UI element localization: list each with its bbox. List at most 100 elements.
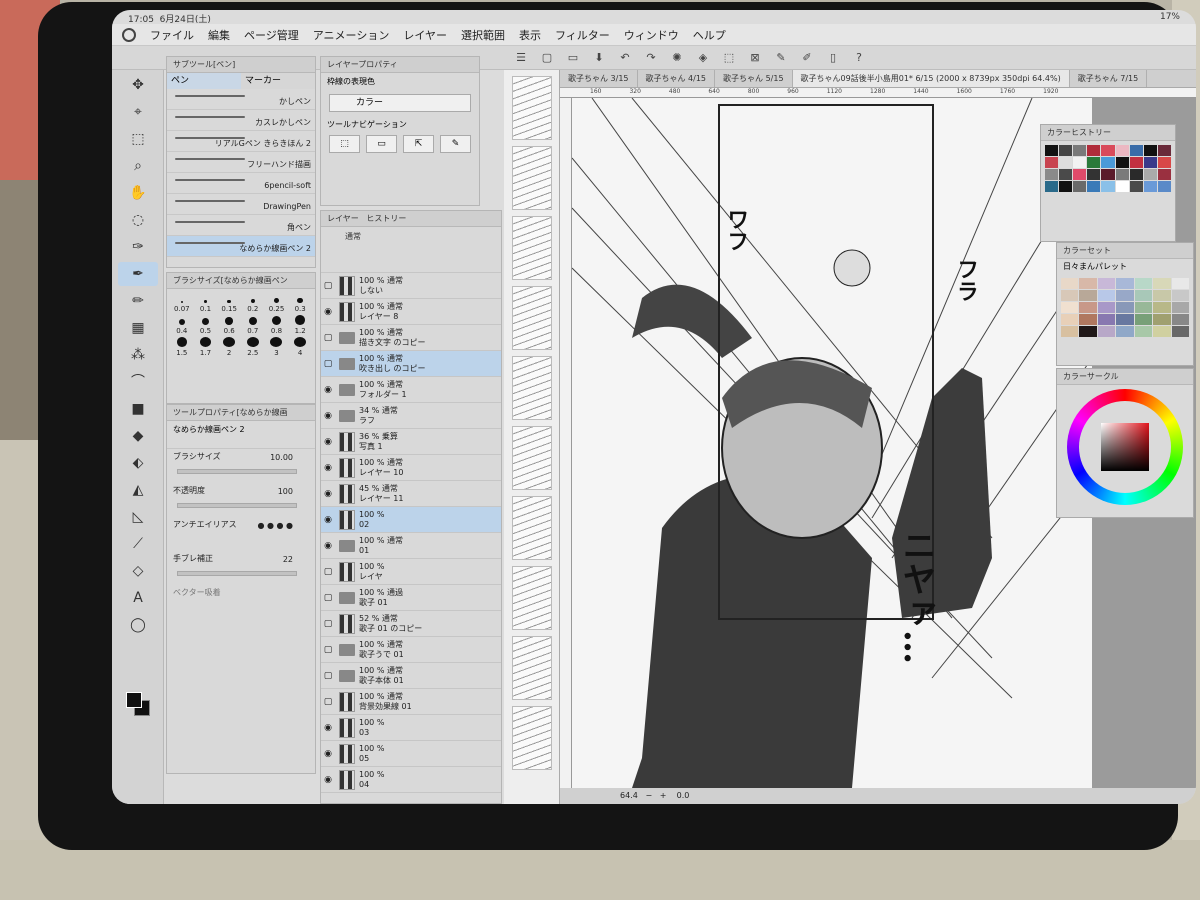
save-icon[interactable]: ⬇ bbox=[590, 50, 608, 66]
layer-row[interactable]: ◉ 36 % 乗算 写真 1 bbox=[321, 429, 501, 455]
palette-swatch[interactable] bbox=[1134, 314, 1153, 325]
transform-icon[interactable]: ⬚ bbox=[720, 50, 738, 66]
brush-kasure[interactable]: カスレかしペン bbox=[167, 110, 315, 131]
hand-tool-icon[interactable]: ✋ bbox=[118, 181, 158, 205]
prop-antialias[interactable]: アンチエイリアス ● ● ● ● bbox=[167, 517, 315, 551]
doc-tab[interactable]: 歌子ちゃん 3/15 bbox=[560, 70, 638, 87]
visibility-eye-icon[interactable]: ▢ bbox=[321, 645, 335, 655]
prop-stabilization[interactable]: 手ブレ補正 22 bbox=[167, 551, 315, 585]
history-swatch[interactable] bbox=[1129, 169, 1143, 180]
figure-tool-icon[interactable]: ◺ bbox=[118, 505, 158, 529]
subtool-tab-marker[interactable]: マーカー bbox=[241, 73, 315, 89]
layer-row[interactable]: ▢ 100 % 通常 吹き出し のコピー bbox=[321, 351, 501, 377]
pattern-tool-icon[interactable]: ▦ bbox=[118, 316, 158, 340]
eyedropper-tool-icon[interactable]: ✑ bbox=[118, 235, 158, 259]
layer-row[interactable]: ▢ 100 % 通常 描き文字 のコピー bbox=[321, 325, 501, 351]
page-thumbnail[interactable] bbox=[512, 286, 552, 350]
palette-swatch[interactable] bbox=[1097, 314, 1116, 325]
layer-row[interactable]: ◉ 100 % 02 bbox=[321, 507, 501, 533]
visibility-eye-icon[interactable]: ◉ bbox=[321, 411, 335, 421]
layer-row[interactable]: ◉ 100 % 05 bbox=[321, 741, 501, 767]
gradient-tool-icon[interactable]: ◭ bbox=[118, 478, 158, 502]
brush-size-option[interactable]: 0.6 bbox=[218, 315, 240, 335]
palette-swatch[interactable] bbox=[1079, 290, 1097, 301]
brush-size-option[interactable]: 1.2 bbox=[289, 315, 311, 335]
brush-size-option[interactable]: 1.5 bbox=[171, 337, 193, 357]
history-swatch[interactable] bbox=[1059, 157, 1073, 168]
palette-swatch[interactable] bbox=[1153, 302, 1171, 313]
airbrush-tool-icon[interactable]: ⁂ bbox=[118, 343, 158, 367]
history-swatch[interactable] bbox=[1101, 157, 1115, 168]
history-swatch[interactable] bbox=[1115, 169, 1129, 180]
visibility-eye-icon[interactable]: ▢ bbox=[321, 671, 335, 681]
menu-selection[interactable]: 選択範囲 bbox=[461, 27, 505, 43]
doc-tab[interactable]: 歌子ちゃん 5/15 bbox=[715, 70, 793, 87]
history-swatch[interactable] bbox=[1087, 169, 1101, 180]
page-thumbnail[interactable] bbox=[512, 566, 552, 630]
menu-help[interactable]: ヘルプ bbox=[693, 27, 726, 43]
doc-tab-active[interactable]: 歌子ちゃん09話後半小島用01* 6/15 (2000 x 8739px 350… bbox=[792, 70, 1070, 87]
palette-swatch[interactable] bbox=[1134, 278, 1153, 289]
brush-6pencil[interactable]: 6pencil-soft bbox=[167, 173, 315, 194]
balloon-tool-icon[interactable]: ◯ bbox=[118, 613, 158, 637]
prop-brush-size[interactable]: ブラシサイズ 10.00 bbox=[167, 449, 315, 483]
palette-swatch[interactable] bbox=[1134, 302, 1153, 313]
visibility-eye-icon[interactable]: ◉ bbox=[321, 515, 335, 525]
visibility-eye-icon[interactable]: ▢ bbox=[321, 359, 335, 369]
palette-swatch[interactable] bbox=[1116, 314, 1134, 325]
history-swatch[interactable] bbox=[1101, 181, 1115, 192]
history-swatch[interactable] bbox=[1157, 169, 1171, 180]
history-swatch[interactable] bbox=[1045, 169, 1059, 180]
history-swatch[interactable] bbox=[1059, 181, 1073, 192]
fill-tool-icon[interactable]: ⬖ bbox=[118, 451, 158, 475]
palette-swatch[interactable] bbox=[1097, 302, 1116, 313]
menu-page[interactable]: ページ管理 bbox=[244, 27, 299, 43]
history-swatch[interactable] bbox=[1073, 169, 1087, 180]
fill-icon[interactable]: ◈ bbox=[694, 50, 712, 66]
visibility-eye-icon[interactable]: ▢ bbox=[321, 619, 335, 629]
doc-tab[interactable]: 歌子ちゃん 7/15 bbox=[1070, 70, 1148, 87]
layer-row[interactable]: ◉ 100 % 通常 01 bbox=[321, 533, 501, 559]
palette-swatch[interactable] bbox=[1061, 278, 1079, 289]
brush-size-option[interactable]: 0.25 bbox=[266, 293, 288, 313]
history-swatch[interactable] bbox=[1115, 145, 1129, 156]
brush-size-option[interactable]: 2 bbox=[218, 337, 240, 357]
prop-opacity[interactable]: 不透明度 100 bbox=[167, 483, 315, 517]
layer-row[interactable]: ▢ 100 % 通過 歌子 01 bbox=[321, 585, 501, 611]
history-swatch[interactable] bbox=[1073, 157, 1087, 168]
palette-swatch[interactable] bbox=[1061, 302, 1079, 313]
frame-tool-icon[interactable]: ◇ bbox=[118, 559, 158, 583]
visibility-eye-icon[interactable]: ▢ bbox=[321, 333, 335, 343]
blend-tool-icon[interactable]: ◆ bbox=[118, 424, 158, 448]
zoom-tool-icon[interactable]: ⌕ bbox=[118, 154, 158, 178]
brush-drawingpen[interactable]: DrawingPen bbox=[167, 194, 315, 215]
brush-size-option[interactable]: 0.7 bbox=[242, 315, 264, 335]
layer-row[interactable]: ▢ 100 % 通常 しない bbox=[321, 273, 501, 299]
palette-swatch[interactable] bbox=[1153, 290, 1171, 301]
brush-size-option[interactable]: 0.15 bbox=[218, 293, 240, 313]
deselect-icon[interactable]: ⊠ bbox=[746, 50, 764, 66]
visibility-eye-icon[interactable]: ◉ bbox=[321, 541, 335, 551]
history-swatch[interactable] bbox=[1129, 157, 1143, 168]
layer-row[interactable]: ◉ 100 % 通常 レイヤー 10 bbox=[321, 455, 501, 481]
history-swatch[interactable] bbox=[1059, 145, 1073, 156]
zoom-value[interactable]: 64.4 bbox=[620, 791, 638, 800]
visibility-eye-icon[interactable]: ◉ bbox=[321, 723, 335, 733]
layer-row[interactable]: ◉ 100 % 通常 フォルダー 1 bbox=[321, 377, 501, 403]
visibility-eye-icon[interactable]: ◉ bbox=[321, 463, 335, 473]
open-icon[interactable]: ▭ bbox=[564, 50, 582, 66]
palette-swatch[interactable] bbox=[1153, 326, 1171, 337]
palette-swatch[interactable] bbox=[1171, 326, 1189, 337]
palette-swatch[interactable] bbox=[1153, 278, 1171, 289]
menu-filter[interactable]: フィルター bbox=[555, 27, 610, 43]
layer-row[interactable]: ▢ 100 % レイヤ bbox=[321, 559, 501, 585]
pen-tool-icon[interactable]: ✒ bbox=[118, 262, 158, 286]
decoration-tool-icon[interactable]: ⌒ bbox=[118, 370, 158, 394]
visibility-eye-icon[interactable]: ▢ bbox=[321, 593, 335, 603]
history-swatch[interactable] bbox=[1143, 145, 1157, 156]
prop-slider[interactable] bbox=[177, 503, 297, 508]
layer-row[interactable]: ◉ 34 % 通常 ラフ bbox=[321, 403, 501, 429]
prop-value[interactable]: 22 bbox=[283, 555, 293, 564]
page-thumbnail[interactable] bbox=[512, 356, 552, 420]
layer-row[interactable]: ▢ 100 % 通常 歌子うで 01 bbox=[321, 637, 501, 663]
